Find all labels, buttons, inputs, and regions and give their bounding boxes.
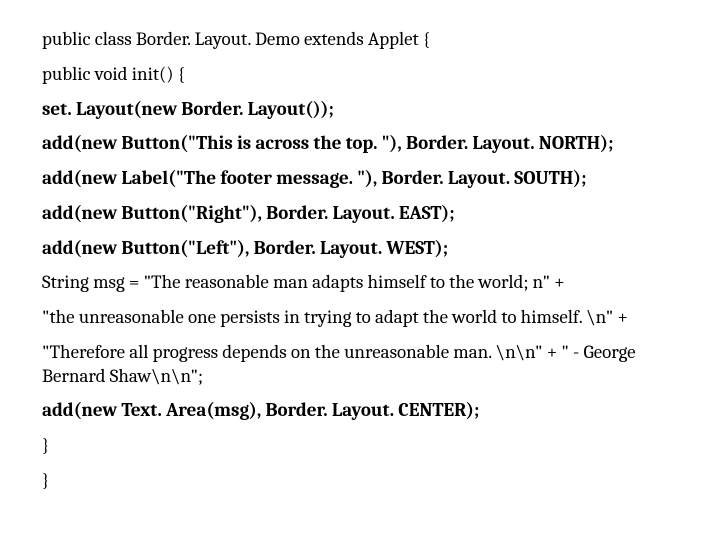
code-line: public void init() { bbox=[42, 63, 678, 87]
code-line: add(new Button("Left"), Border. Layout. … bbox=[42, 237, 678, 261]
code-line: "the unreasonable one persists in trying… bbox=[42, 306, 678, 330]
code-line: String msg = "The reasonable man adapts … bbox=[42, 271, 678, 295]
code-line: add(new Label("The footer message. "), B… bbox=[42, 167, 678, 191]
code-line: } bbox=[42, 434, 678, 458]
code-line: add(new Button("Right"), Border. Layout.… bbox=[42, 202, 678, 226]
slide-content: public class Border. Layout. Demo extend… bbox=[0, 0, 720, 493]
code-line: add(new Button("This is across the top. … bbox=[42, 132, 678, 156]
code-line: set. Layout(new Border. Layout()); bbox=[42, 98, 678, 122]
code-line: public class Border. Layout. Demo extend… bbox=[42, 28, 678, 52]
code-line: } bbox=[42, 469, 678, 493]
code-line: add(new Text. Area(msg), Border. Layout.… bbox=[42, 399, 678, 423]
code-line: "Therefore all progress depends on the u… bbox=[42, 341, 678, 389]
